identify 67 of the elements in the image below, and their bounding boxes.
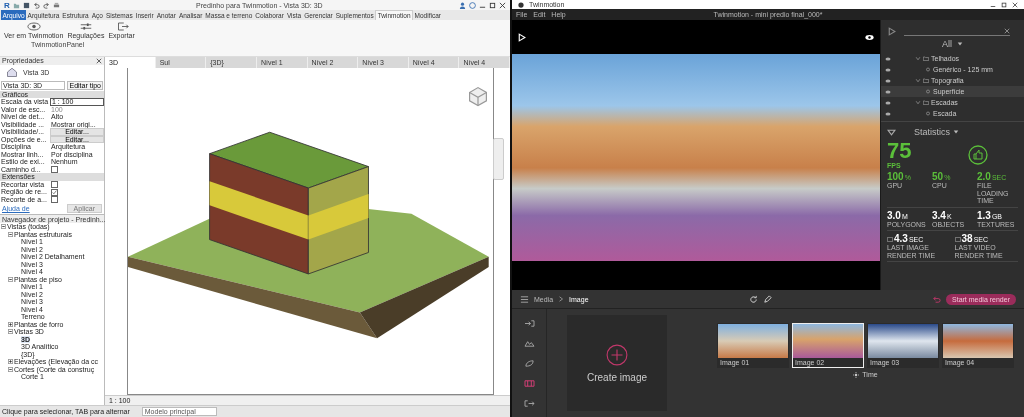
object-icon [925,67,931,72]
photo-placeholder [793,324,863,358]
undo-icon[interactable] [32,1,40,9]
print-icon[interactable] [52,1,60,9]
collapse-icon[interactable] [887,127,896,137]
eye-icon[interactable] [865,32,874,42]
caret-icon [957,41,963,47]
stat-value: 50 [932,171,944,182]
stat-value: 3.4 [932,209,946,221]
video-icon [954,237,961,242]
sun-icon [853,371,860,378]
thumbs-up-icon [968,144,988,165]
folder-icon [923,100,929,105]
statistics-dropdown[interactable]: Statistics [914,127,959,137]
object-icon [925,89,931,94]
tree-toggle-icon[interactable] [8,276,13,282]
checkbox[interactable] [51,188,58,196]
viewcube-icon[interactable] [466,84,490,108]
menu-icon[interactable] [520,294,529,304]
checkbox[interactable] [51,166,58,174]
eye-icon [26,22,41,31]
refresh-icon[interactable] [748,294,758,304]
tree-toggle-icon[interactable] [8,321,13,327]
export-icon[interactable] [523,398,535,408]
stat-value: 3.0 [887,209,901,221]
close-icon[interactable] [499,1,506,9]
photo-placeholder [943,324,1013,358]
filter-dropdown[interactable]: All [942,36,963,53]
pencil-icon[interactable] [762,294,772,304]
stat-value: 4.3 [894,233,908,244]
media-icon[interactable] [523,378,535,388]
create-image-button[interactable]: Create image [567,315,667,411]
fps-value: 75 [887,140,912,162]
app-logo[interactable]: R [4,0,10,10]
checkbox[interactable] [51,196,58,204]
maximize-icon[interactable] [489,1,496,9]
tree-toggle-icon[interactable] [8,366,13,372]
maximize-icon[interactable] [1001,1,1007,8]
app-logo-icon [518,1,524,8]
chevron-icon [558,296,565,302]
close-icon[interactable] [96,57,102,64]
photo-placeholder [868,324,938,358]
import-icon[interactable] [523,318,535,328]
photo-placeholder [718,324,788,358]
tree-toggle-icon[interactable] [1,224,6,230]
user-icon[interactable] [459,1,466,9]
tree-toggle-icon[interactable] [8,231,13,237]
redo-icon[interactable] [42,1,50,9]
tree-toggle-icon[interactable] [8,329,13,335]
close-icon[interactable] [1004,27,1010,34]
sliders-icon [78,22,93,31]
stat-value: 100 [887,171,904,182]
image-icon [887,237,893,242]
plus-icon [606,343,628,366]
stat-value: 38 [961,233,973,244]
caret-icon [953,129,959,135]
search-field[interactable] [904,26,1010,36]
folder-icon [923,56,929,61]
close-icon[interactable] [1012,1,1018,8]
checkbox[interactable] [51,181,58,189]
terrain-icon[interactable] [523,338,535,348]
object-icon [925,111,931,116]
tree-toggle-icon[interactable] [8,359,13,365]
folder-icon [923,78,929,83]
stat-value: 1.3 [977,209,991,221]
stat-value: 2.0 [977,171,991,182]
nature-icon[interactable] [523,358,535,368]
